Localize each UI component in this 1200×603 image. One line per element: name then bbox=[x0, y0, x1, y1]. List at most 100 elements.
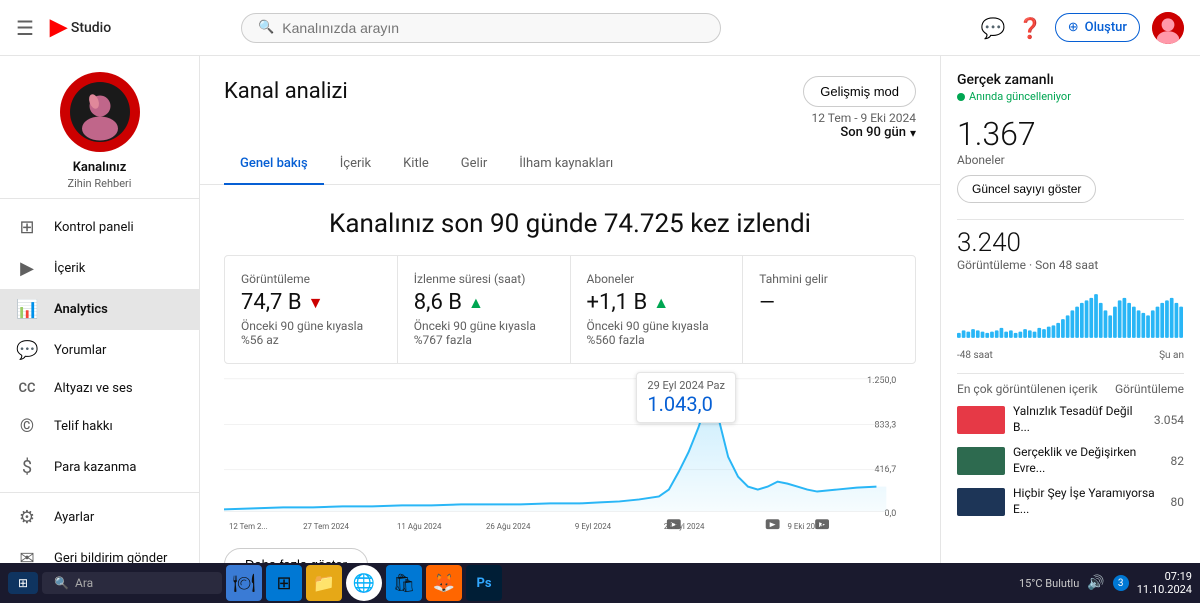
taskbar-app-food[interactable]: 🍽 bbox=[226, 565, 262, 601]
sidebar-item-label-settings: Ayarlar bbox=[54, 510, 94, 525]
sidebar-item-label-feedback: Geri bildirim gönder bbox=[54, 551, 167, 563]
taskbar-search-icon: 🔍 bbox=[54, 576, 69, 590]
sidebar-item-label-copyright: Telif hakkı bbox=[54, 419, 113, 434]
content-item-2[interactable]: Hiçbir Şey İşe Yaramıyorsa E... 80 bbox=[957, 486, 1184, 517]
sidebar-nav: ⊞ Kontrol paneli ▶ İçerik 📊 Analytics 💬 … bbox=[0, 199, 199, 563]
svg-text:27 Tem 2024: 27 Tem 2024 bbox=[303, 522, 349, 531]
messages-icon[interactable]: 💬 bbox=[981, 16, 1006, 40]
create-button[interactable]: ⊕ Oluştur bbox=[1055, 13, 1140, 42]
sidebar-item-label-dashboard: Kontrol paneli bbox=[54, 220, 134, 235]
help-icon[interactable]: ❓ bbox=[1018, 16, 1043, 40]
sidebar-item-comments[interactable]: 💬 Yorumlar bbox=[0, 330, 199, 371]
content-info-2: Hiçbir Şey İşe Yaramıyorsa E... bbox=[1013, 486, 1163, 517]
taskbar-app-chrome[interactable]: 🌐 bbox=[346, 565, 382, 601]
sidebar-item-analytics[interactable]: 📊 Analytics bbox=[0, 289, 199, 330]
realtime-subs-count: 1.367 bbox=[957, 115, 1184, 153]
main-content: Kanal analizi Gelişmiş mod 12 Tem - 9 Ek… bbox=[200, 56, 940, 563]
date-range-period: Son 90 gün bbox=[840, 125, 906, 140]
taskbar-app-ps[interactable]: Ps bbox=[466, 565, 502, 601]
tab-overview[interactable]: Genel bakış bbox=[224, 144, 324, 185]
advanced-mode-button[interactable]: Gelişmiş mod bbox=[803, 76, 916, 107]
stat-watchtime: İzlenme süresi (saat) 8,6 B ▲ Önceki 90 … bbox=[398, 256, 571, 363]
content-views-1: 82 bbox=[1171, 454, 1185, 468]
tab-revenue[interactable]: Gelir bbox=[445, 144, 503, 185]
stat-subs: Aboneler +1,1 B ▲ Önceki 90 güne kıyasla… bbox=[571, 256, 744, 363]
stat-revenue: Tahmini gelir — bbox=[743, 256, 915, 363]
sidebar-item-copyright[interactable]: © Telif hakkı bbox=[0, 406, 199, 447]
tab-inspiration[interactable]: İlham kaynakları bbox=[503, 144, 629, 185]
realtime-subtitle: Anında güncelleniyor bbox=[957, 90, 1184, 103]
show-more-button[interactable]: Daha fazla göster bbox=[224, 548, 368, 563]
stat-views-change: Önceki 90 güne kıyasla %56 az bbox=[241, 319, 381, 347]
tab-audience[interactable]: Kitle bbox=[387, 144, 445, 185]
content-header-left: En çok görüntülenen içerik bbox=[957, 382, 1098, 396]
settings-icon: ⚙ bbox=[16, 507, 38, 528]
content-icon: ▶ bbox=[16, 258, 38, 279]
tab-content[interactable]: İçerik bbox=[324, 144, 387, 185]
taskbar-app-store[interactable]: 🛍 bbox=[386, 565, 422, 601]
svg-text:26 Ağu 2024: 26 Ağu 2024 bbox=[486, 522, 531, 531]
stat-views-label: Görüntüleme bbox=[241, 272, 381, 286]
taskbar-search[interactable]: 🔍 Ara bbox=[42, 572, 222, 594]
date-range-selector[interactable]: 12 Tem - 9 Eki 2024 Son 90 gün ▾ bbox=[812, 111, 916, 140]
sidebar-item-label-content: İçerik bbox=[54, 261, 85, 276]
channel-avatar[interactable] bbox=[60, 72, 140, 152]
tooltip-date: 29 Eyl 2024 Paz bbox=[647, 379, 725, 392]
sidebar-item-label-analytics: Analytics bbox=[54, 302, 108, 317]
user-avatar[interactable] bbox=[1152, 12, 1184, 44]
svg-text:9 Eyl 2024: 9 Eyl 2024 bbox=[575, 522, 612, 531]
notification-badge: 3 bbox=[1113, 575, 1129, 591]
studio-label: Studio bbox=[71, 20, 111, 36]
stat-views: Görüntüleme 74,7 B ▼ Önceki 90 güne kıya… bbox=[225, 256, 398, 363]
analytics-header: Kanal analizi Gelişmiş mod bbox=[200, 56, 940, 107]
taskbar-time: 07:19 bbox=[1137, 570, 1192, 583]
live-indicator-dot bbox=[957, 93, 965, 101]
channel-name: Kanalınız bbox=[73, 160, 127, 175]
taskbar-app-windows[interactable]: ⊞ bbox=[266, 565, 302, 601]
watchtime-trend-icon: ▲ bbox=[468, 293, 484, 313]
taskbar-app-folder[interactable]: 📁 bbox=[306, 565, 342, 601]
search-bar[interactable]: 🔍 bbox=[241, 13, 721, 43]
sidebar-item-label-comments: Yorumlar bbox=[54, 343, 106, 358]
stat-watchtime-value: 8,6 B ▲ bbox=[414, 290, 554, 315]
sidebar-item-content[interactable]: ▶ İçerik bbox=[0, 248, 199, 289]
youtube-studio-logo: ▶ Studio bbox=[50, 15, 111, 40]
taskbar-app-firefox[interactable]: 🦊 bbox=[426, 565, 462, 601]
content-item-1[interactable]: Gerçeklik ve Değişirken Evre... 82 bbox=[957, 445, 1184, 476]
stat-revenue-value: — bbox=[759, 290, 899, 314]
panel-divider bbox=[957, 219, 1184, 220]
views-headline: Kanalınız son 90 günde 74.725 kez izlend… bbox=[200, 185, 940, 255]
content-thumb-0 bbox=[957, 406, 1005, 434]
update-count-button[interactable]: Güncel sayıyı göster bbox=[957, 175, 1096, 203]
analytics-tabs: Genel bakış İçerik Kitle Gelir İlham kay… bbox=[200, 144, 940, 185]
content-header-right: Görüntüleme bbox=[1115, 382, 1184, 396]
mini-chart-labels: -48 saat Şu an bbox=[957, 350, 1184, 361]
stat-views-value: 74,7 B ▼ bbox=[241, 290, 381, 315]
menu-hamburger-icon[interactable]: ☰ bbox=[16, 16, 34, 40]
content-item-0[interactable]: Yalnızlık Tesadüf Değil B... 3.054 bbox=[957, 404, 1184, 435]
sidebar-item-settings[interactable]: ⚙ Ayarlar bbox=[0, 497, 199, 538]
sidebar-item-feedback[interactable]: ✉ Geri bildirim gönder bbox=[0, 538, 199, 563]
stat-watchtime-change: Önceki 90 güne kıyasla %767 fazla bbox=[414, 319, 554, 347]
content-header: En çok görüntülenen içerik Görüntüleme bbox=[957, 382, 1184, 396]
content-views-2: 80 bbox=[1171, 495, 1185, 509]
tooltip-value: 1.043,0 bbox=[647, 392, 725, 416]
start-button[interactable]: ⊞ bbox=[8, 572, 38, 594]
views-chart: 1.250,0 833,3 416,7 0,0 bbox=[224, 372, 916, 532]
taskbar-search-label: Ara bbox=[75, 576, 93, 590]
svg-text:1.250,0: 1.250,0 bbox=[867, 376, 896, 386]
sidebar-item-label-subtitles: Altyazı ve ses bbox=[54, 381, 133, 396]
sidebar-item-dashboard[interactable]: ⊞ Kontrol paneli bbox=[0, 207, 199, 248]
sidebar-item-subtitles[interactable]: CC Altyazı ve ses bbox=[0, 371, 199, 406]
sidebar-item-monetization[interactable]: $ Para kazanma bbox=[0, 447, 199, 488]
svg-text:11 Ağu 2024: 11 Ağu 2024 bbox=[397, 522, 442, 531]
search-input[interactable] bbox=[282, 20, 704, 36]
stats-row: Görüntüleme 74,7 B ▼ Önceki 90 güne kıya… bbox=[224, 255, 916, 364]
search-icon: 🔍 bbox=[258, 20, 274, 35]
chart-label-right: Şu an bbox=[1159, 350, 1184, 361]
stat-subs-label: Aboneler bbox=[587, 272, 727, 286]
realtime-views-count: 3.240 bbox=[957, 228, 1184, 258]
stat-subs-change: Önceki 90 güne kıyasla %560 fazla bbox=[587, 319, 727, 347]
content-views-0: 3.054 bbox=[1154, 413, 1184, 427]
realtime-mini-chart bbox=[957, 288, 1184, 338]
